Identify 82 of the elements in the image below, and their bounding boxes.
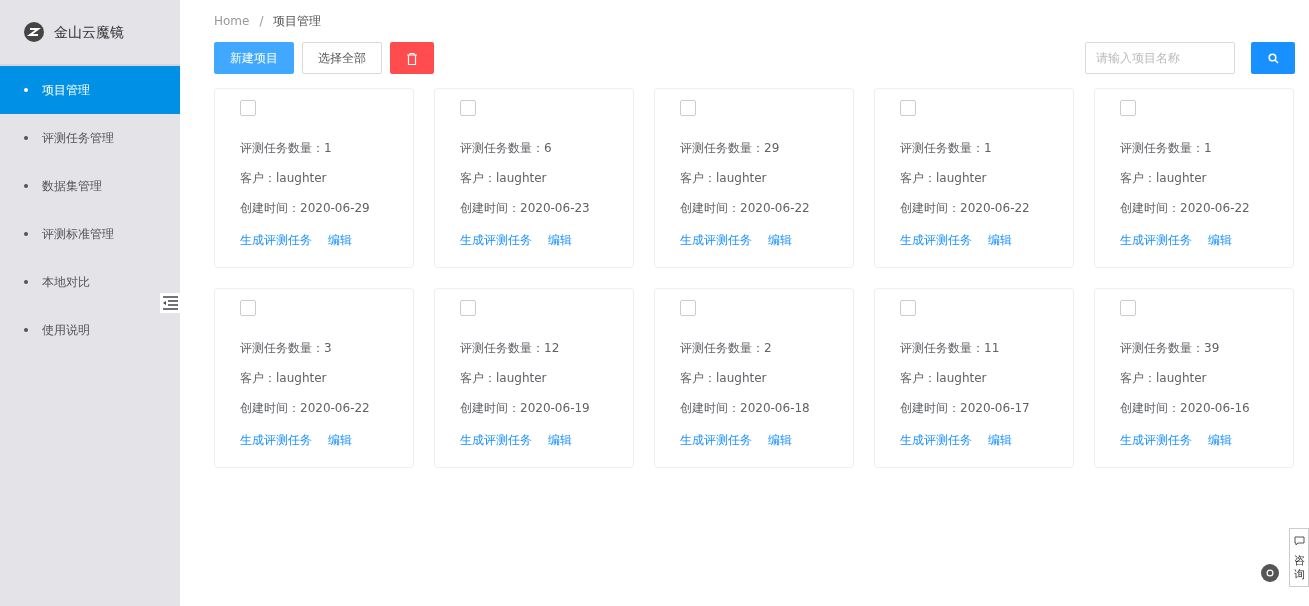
menu-item[interactable]: 评测标准管理 [0, 210, 180, 258]
created-date: 创建时间：2020-06-18 [680, 400, 811, 417]
checkbox[interactable] [460, 300, 476, 316]
client-text: 客户：laughter [240, 370, 328, 387]
client-text: 客户：laughter [1120, 170, 1208, 187]
created-date: 创建时间：2020-06-22 [240, 400, 371, 417]
checkbox[interactable] [900, 300, 916, 316]
checkbox[interactable] [900, 100, 916, 116]
trash-icon [407, 52, 417, 65]
created-date: 创建时间：2020-06-22 [1120, 200, 1251, 217]
task-count: 评测任务数量：1 [240, 140, 333, 157]
created-date: 创建时间：2020-06-17 [900, 400, 1031, 417]
client-text: 客户：laughter [240, 170, 328, 187]
task-count: 评测任务数量：39 [1120, 340, 1221, 357]
menu-item[interactable]: 项目管理 [0, 66, 180, 114]
task-count: 评测任务数量：1 [1120, 140, 1213, 157]
generate-task-link[interactable]: 生成评测任务 [680, 431, 752, 449]
breadcrumb-link[interactable]: Home [214, 12, 250, 30]
edit-link[interactable]: 编辑 [768, 231, 792, 249]
select-all-button[interactable]: 选择全部 [302, 42, 382, 74]
delete-button[interactable] [390, 42, 434, 74]
generate-task-link[interactable]: 生成评测任务 [900, 431, 972, 449]
menu-item[interactable]: 评测任务管理 [0, 114, 180, 162]
menu-item[interactable]: 本地对比 [0, 258, 180, 306]
client-text: 客户：laughter [680, 370, 768, 387]
client-text: 客户：laughter [900, 370, 988, 387]
created-date: 创建时间：2020-06-23 [460, 200, 591, 217]
edit-link[interactable]: 编辑 [328, 231, 352, 249]
generate-task-link[interactable]: 生成评测任务 [240, 231, 312, 249]
menu-item[interactable]: 使用说明 [0, 306, 180, 354]
created-date: 创建时间：2020-06-22 [900, 200, 1031, 217]
checkbox[interactable] [240, 100, 256, 116]
collapse-menu-icon[interactable] [160, 293, 180, 313]
created-date: 创建时间：2020-06-29 [240, 200, 371, 217]
task-count: 评测任务数量：1 [900, 140, 993, 157]
menu-item[interactable]: 数据集管理 [0, 162, 180, 210]
generate-task-link[interactable]: 生成评测任务 [900, 231, 972, 249]
client-text: 客户：laughter [900, 170, 988, 187]
browser-icon[interactable] [1261, 564, 1279, 582]
task-count: 评测任务数量：29 [680, 140, 781, 157]
task-count: 评测任务数量：11 [900, 340, 1001, 357]
client-text: 客户：laughter [1120, 370, 1208, 387]
generate-task-link[interactable]: 生成评测任务 [1120, 431, 1192, 449]
created-date: 创建时间：2020-06-16 [1120, 400, 1251, 417]
edit-link[interactable]: 编辑 [548, 231, 572, 249]
edit-link[interactable]: 编辑 [988, 231, 1012, 249]
checkbox[interactable] [460, 100, 476, 116]
consult-tab[interactable]: 咨询 [1289, 528, 1309, 587]
breadcrumb-current: 项目管理 [273, 13, 322, 30]
brand-name: 金山云魔镜 [54, 22, 124, 42]
chat-icon [1293, 536, 1305, 547]
edit-link[interactable]: 编辑 [1208, 231, 1232, 249]
search-button[interactable] [1251, 42, 1295, 74]
created-date: 创建时间：2020-06-22 [680, 200, 811, 217]
generate-task-link[interactable]: 生成评测任务 [240, 431, 312, 449]
breadcrumb-separator: / [259, 13, 264, 30]
task-count: 评测任务数量：2 [680, 340, 773, 357]
search-icon [1267, 53, 1279, 64]
edit-link[interactable]: 编辑 [548, 431, 572, 449]
edit-link[interactable]: 编辑 [768, 431, 792, 449]
edit-link[interactable]: 编辑 [328, 431, 352, 449]
checkbox[interactable] [680, 300, 696, 316]
generate-task-link[interactable]: 生成评测任务 [460, 431, 532, 449]
task-count: 评测任务数量：3 [240, 340, 333, 357]
client-text: 客户：laughter [460, 170, 548, 187]
client-text: 客户：laughter [460, 370, 548, 387]
created-date: 创建时间：2020-06-19 [460, 400, 591, 417]
edit-link[interactable]: 编辑 [988, 431, 1012, 449]
checkbox[interactable] [1120, 300, 1136, 316]
new-project-button[interactable]: 新建项目 [214, 42, 294, 74]
generate-task-link[interactable]: 生成评测任务 [680, 231, 752, 249]
checkbox[interactable] [1120, 100, 1136, 116]
checkbox[interactable] [240, 300, 256, 316]
search-field[interactable]: 请输入项目名称 [1085, 42, 1235, 74]
generate-task-link[interactable]: 生成评测任务 [460, 231, 532, 249]
client-text: 客户：laughter [680, 170, 768, 187]
task-count: 评测任务数量：12 [460, 340, 561, 357]
task-count: 评测任务数量：6 [460, 140, 553, 157]
logo-icon [24, 22, 44, 42]
edit-link[interactable]: 编辑 [1208, 431, 1232, 449]
generate-task-link[interactable]: 生成评测任务 [1120, 231, 1192, 249]
checkbox[interactable] [680, 100, 696, 116]
